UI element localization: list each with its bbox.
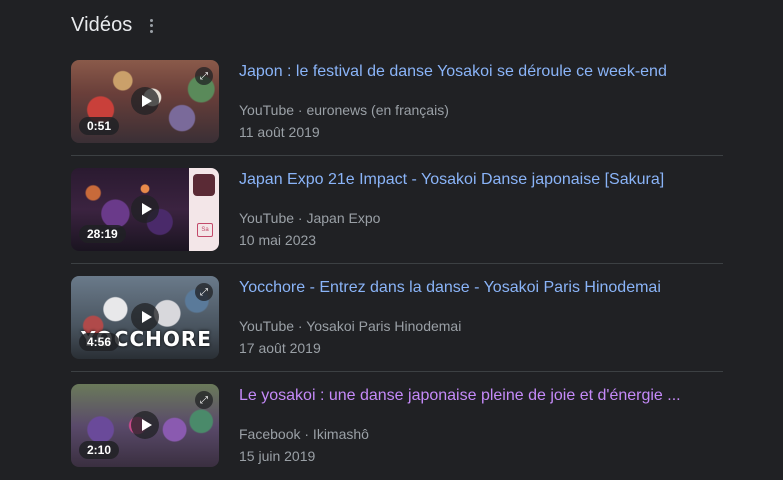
video-date: 15 juin 2019 xyxy=(239,448,316,464)
section-title: Vidéos xyxy=(71,14,133,36)
video-source: YouTube · Yosakoi Paris Hinodemai xyxy=(239,318,462,334)
play-icon[interactable] xyxy=(131,195,159,223)
video-thumbnail[interactable]: Sa 28:19 xyxy=(71,168,219,251)
video-title-link[interactable]: Yocchore - Entrez dans la danse - Yosako… xyxy=(239,279,661,297)
video-list: ⤢ 0:51 Japon : le festival de danse Yosa… xyxy=(71,48,723,480)
expand-icon[interactable]: ⤢ xyxy=(195,67,213,85)
video-thumbnail[interactable]: ⤢ 2:10 xyxy=(71,384,219,467)
video-item: YOCCHORE ⤢ 4:56 Yocchore - Entrez dans l… xyxy=(71,264,723,372)
duration-badge: 4:56 xyxy=(79,333,120,351)
video-title-link[interactable]: Japon : le festival de danse Yosakoi se … xyxy=(239,63,667,81)
thumbnail-badge: Sa xyxy=(197,223,213,237)
video-item: ⤢ 2:10 Le yosakoi : une danse japonaise … xyxy=(71,372,723,480)
expand-icon[interactable]: ⤢ xyxy=(195,391,213,409)
video-source: YouTube · euronews (en français) xyxy=(239,102,449,118)
duration-badge: 0:51 xyxy=(79,117,120,135)
video-thumbnail[interactable]: YOCCHORE ⤢ 4:56 xyxy=(71,276,219,359)
video-item: Sa 28:19 Japan Expo 21e Impact - Yosakoi… xyxy=(71,156,723,264)
play-icon[interactable] xyxy=(131,303,159,331)
video-date: 17 août 2019 xyxy=(239,340,321,356)
duration-badge: 28:19 xyxy=(79,225,126,243)
videos-section-header: Vidéos xyxy=(71,14,156,37)
video-title-link[interactable]: Japan Expo 21e Impact - Yosakoi Danse ja… xyxy=(239,171,664,189)
video-title-link[interactable]: Le yosakoi : une danse japonaise pleine … xyxy=(239,387,681,405)
video-source: YouTube · Japan Expo xyxy=(239,210,381,226)
expand-icon[interactable]: ⤢ xyxy=(195,283,213,301)
play-icon[interactable] xyxy=(131,411,159,439)
video-thumbnail[interactable]: ⤢ 0:51 xyxy=(71,60,219,143)
channel-logo xyxy=(193,174,215,196)
duration-badge: 2:10 xyxy=(79,441,120,459)
play-icon[interactable] xyxy=(131,87,159,115)
video-item: ⤢ 0:51 Japon : le festival de danse Yosa… xyxy=(71,48,723,156)
video-source: Facebook · Ikimashô xyxy=(239,426,369,442)
more-options-icon[interactable] xyxy=(146,18,156,33)
thumbnail-side-panel: Sa xyxy=(189,168,219,251)
video-date: 10 mai 2023 xyxy=(239,232,317,248)
video-date: 11 août 2019 xyxy=(239,124,320,140)
